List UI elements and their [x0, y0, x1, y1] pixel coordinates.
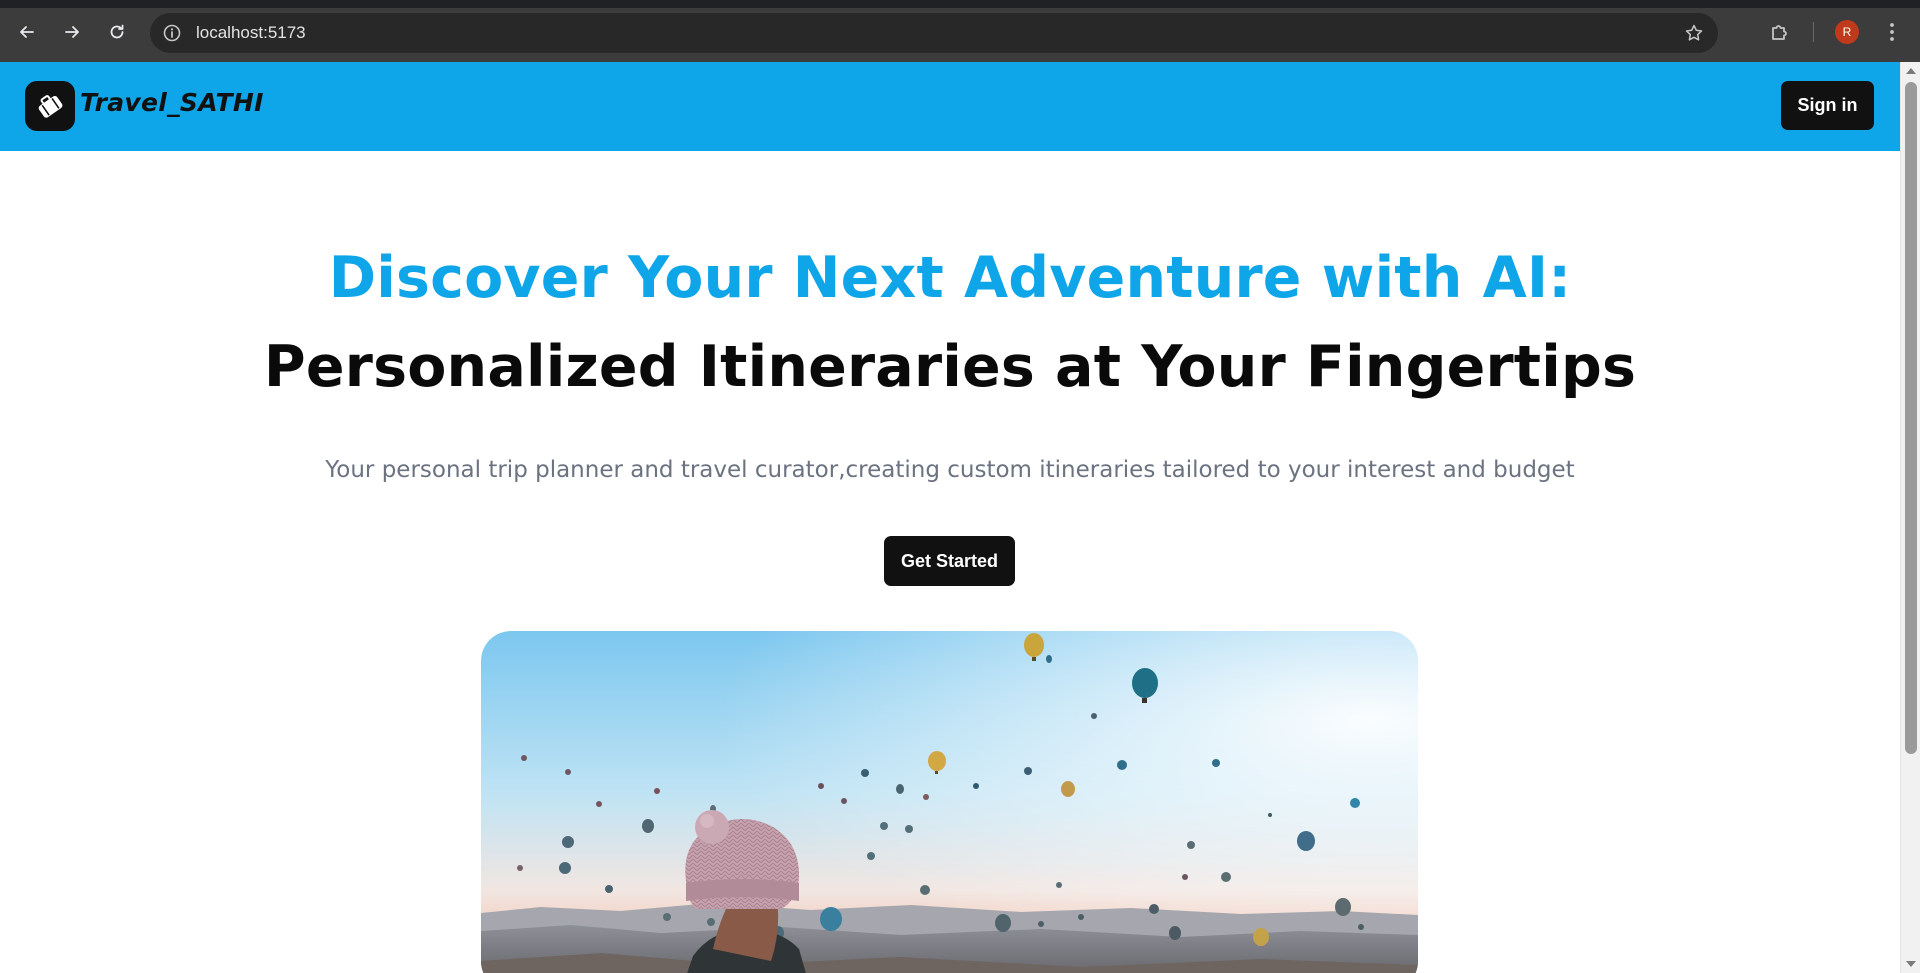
arrow-left-icon	[20, 26, 34, 38]
hot-air-balloons-photo	[481, 631, 1418, 973]
scroll-down-arrow-icon[interactable]	[1906, 961, 1916, 967]
tab-strip	[0, 0, 1920, 8]
forward-button[interactable]	[56, 16, 88, 48]
reload-button[interactable]	[101, 16, 133, 48]
toolbar-divider	[1813, 22, 1814, 42]
suitcase-icon	[38, 95, 63, 118]
scroll-up-arrow-icon[interactable]	[1906, 68, 1916, 74]
puzzle-icon[interactable]	[1768, 20, 1792, 44]
address-bar[interactable]: localhost:5173	[150, 13, 1718, 53]
kebab-menu-icon[interactable]	[1880, 20, 1904, 44]
back-button[interactable]	[11, 16, 43, 48]
reload-icon	[110, 24, 124, 39]
info-icon[interactable]	[162, 23, 182, 43]
hero-title-line-1: Discover Your Next Adventure with AI:	[328, 245, 1572, 311]
page-viewport: Travel_SATHI Sign in Discover Your Next …	[0, 62, 1900, 973]
arrow-right-icon	[65, 26, 79, 38]
hero-title-line-2: Personalized Itineraries at Your Fingert…	[263, 334, 1637, 400]
site-header: Travel_SATHI Sign in	[0, 62, 1900, 151]
star-icon[interactable]	[1684, 23, 1704, 43]
scroll-thumb[interactable]	[1905, 82, 1917, 754]
profile-avatar[interactable]: R	[1835, 20, 1859, 44]
url-text[interactable]: localhost:5173	[196, 23, 306, 43]
logo[interactable]	[25, 81, 75, 131]
get-started-button[interactable]: Get Started	[884, 536, 1015, 586]
hero-image	[481, 631, 1418, 973]
page-scrollbar[interactable]	[1900, 62, 1920, 973]
brand-name[interactable]: Travel_SATHI	[80, 88, 264, 117]
browser-toolbar: localhost:5173 R	[0, 0, 1920, 62]
hero-subtitle: Your personal trip planner and travel cu…	[325, 457, 1575, 483]
sign-in-button[interactable]: Sign in	[1781, 81, 1874, 130]
